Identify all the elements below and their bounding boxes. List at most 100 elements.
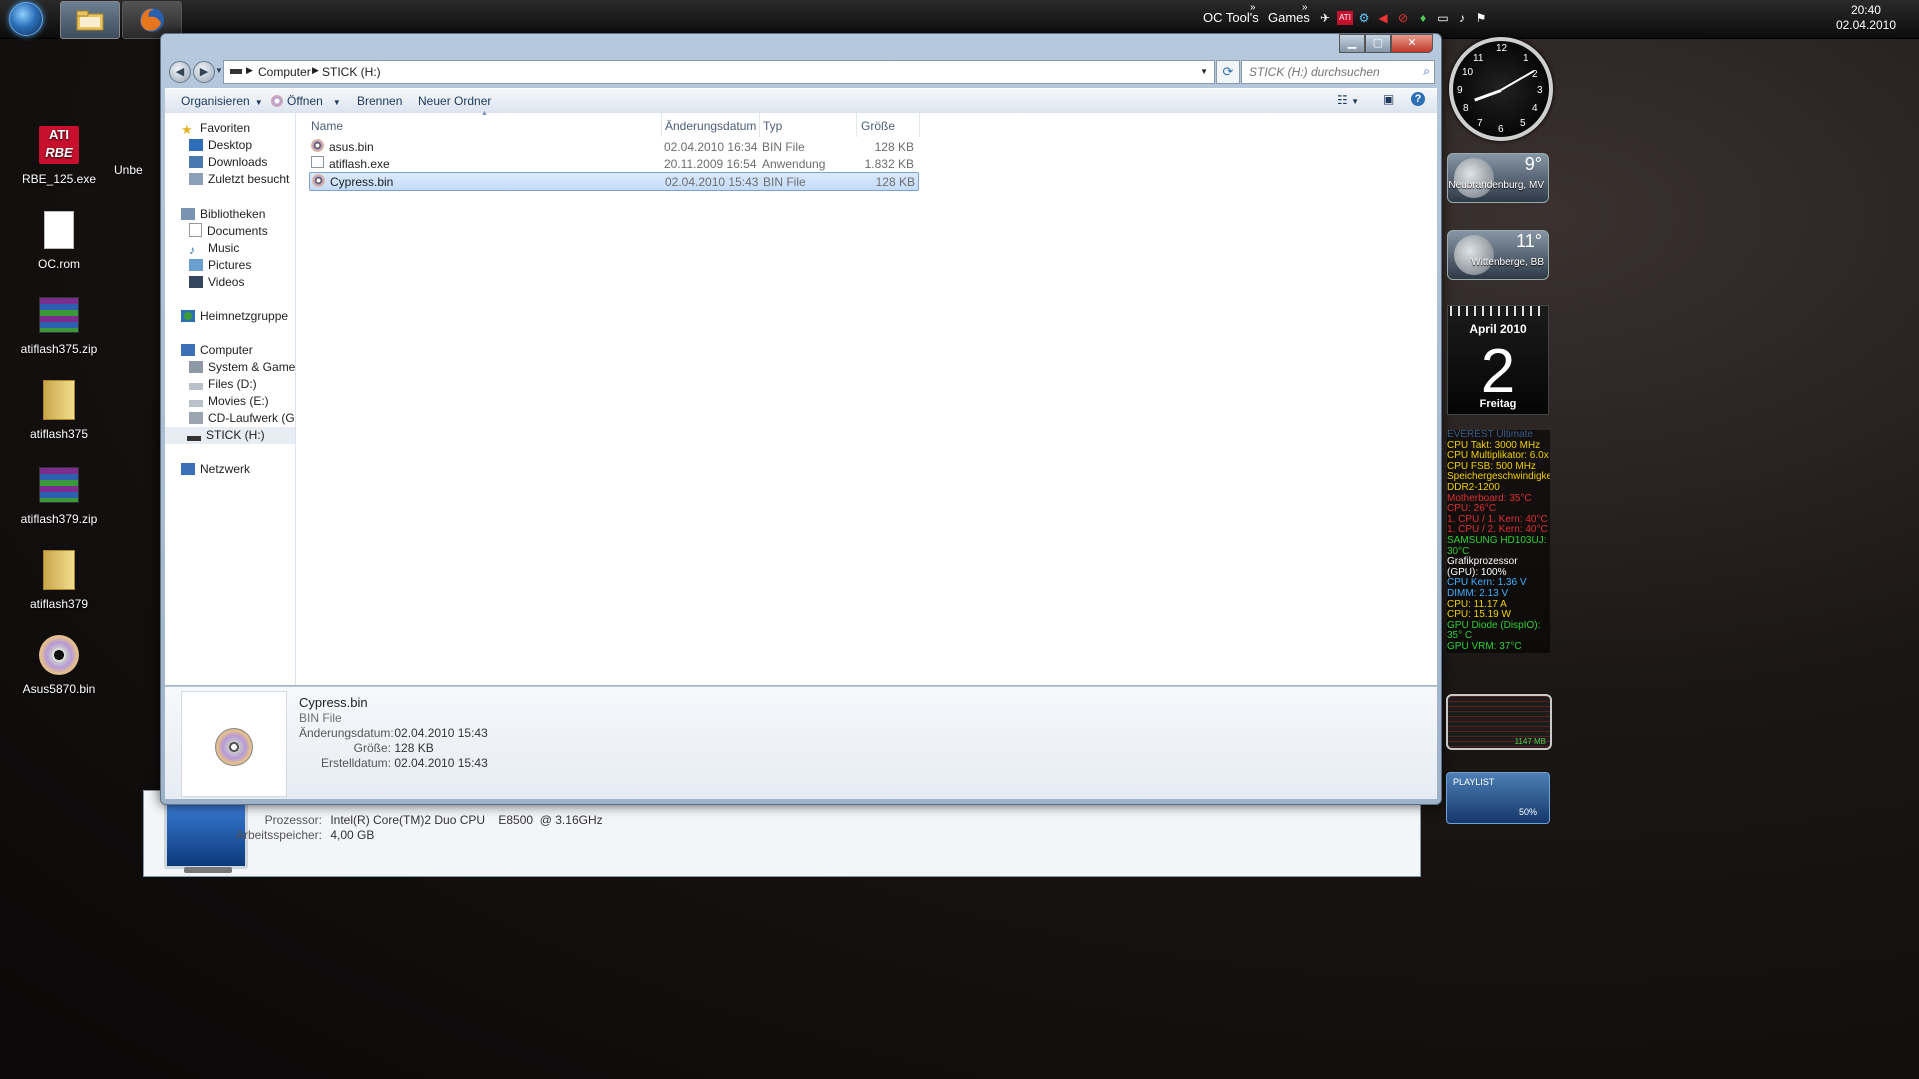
chevron-right-icon[interactable]: » bbox=[1302, 2, 1308, 13]
desktop-icon-atiflash375[interactable]: atiflash375 bbox=[15, 377, 103, 441]
column-header-type[interactable]: Typ bbox=[763, 119, 782, 133]
antivirus-icon[interactable]: ⊘ bbox=[1396, 11, 1410, 25]
nav-videos[interactable]: Videos bbox=[189, 274, 244, 291]
pin-icon[interactable]: ✈ bbox=[1318, 11, 1332, 25]
forward-button[interactable]: ▶ bbox=[193, 61, 215, 83]
clock-gadget[interactable]: 12 1 2 3 4 5 6 7 8 9 10 11 bbox=[1449, 37, 1553, 141]
open-button[interactable]: Öffnen ▼ bbox=[271, 94, 341, 108]
nav-drive-d[interactable]: Files (D:) bbox=[189, 376, 257, 393]
nav-drive-c[interactable]: System & Games (C bbox=[189, 359, 295, 376]
desktop-icon-atiflash379-zip[interactable]: atiflash379.zip bbox=[15, 462, 103, 526]
file-row-selected[interactable]: Cypress.bin 02.04.2010 15:43 BIN File 12… bbox=[309, 172, 919, 191]
document-icon bbox=[189, 223, 202, 237]
weather-city: Neubrandenburg, MV bbox=[1448, 180, 1544, 191]
desktop-icon-atiflash379[interactable]: atiflash379 bbox=[15, 547, 103, 611]
nav-drive-h[interactable]: STICK (H:) bbox=[165, 427, 295, 444]
organize-button[interactable]: Organisieren ▼ bbox=[181, 94, 263, 108]
desktop-icon-oc-rom[interactable]: OC.rom bbox=[15, 207, 103, 271]
nav-recent[interactable]: Zuletzt besucht bbox=[189, 171, 289, 188]
search-box[interactable]: ⌕ bbox=[1241, 60, 1435, 84]
details-modified-row: Änderungsdatum: 02.04.2010 15:43 bbox=[299, 726, 488, 740]
file-preview bbox=[181, 691, 287, 797]
nav-computer[interactable]: Computer bbox=[181, 342, 253, 359]
taskbar-clock[interactable]: 20:40 02.04.2010 bbox=[1836, 3, 1896, 33]
windows-logo-icon bbox=[9, 2, 43, 36]
desktop-icon bbox=[189, 139, 203, 151]
weather-gadget[interactable]: 9° Neubrandenburg, MV bbox=[1447, 153, 1549, 203]
search-input[interactable] bbox=[1247, 61, 1416, 83]
desktop-icon-label-partial[interactable]: Unbe bbox=[114, 163, 143, 177]
breadcrumb-stick[interactable]: STICK (H:) bbox=[322, 65, 381, 79]
window-controls: ▁ ▢ ✕ bbox=[1339, 34, 1433, 53]
everest-sensor-gadget[interactable]: EVEREST Ultimate CPU Takt: 3000 MHz CPU Mu… bbox=[1447, 430, 1550, 653]
monitor-icon[interactable]: ▭ bbox=[1436, 11, 1450, 25]
sensor-line: GPU Diode (DispIO): 35° C bbox=[1447, 619, 1541, 642]
burn-button[interactable]: Brennen bbox=[357, 94, 402, 108]
nav-favorites[interactable]: ★ Favoriten bbox=[181, 120, 250, 137]
nav-libraries[interactable]: Bibliotheken bbox=[181, 206, 265, 223]
network-meter-gadget[interactable]: 1147 MB bbox=[1446, 694, 1552, 750]
address-bar[interactable]: ▶ Computer ▶ STICK (H:) ▼ bbox=[223, 60, 1215, 84]
network-tray-icon[interactable]: ⚙ bbox=[1357, 11, 1371, 25]
ati-tray-icon[interactable]: ATI bbox=[1337, 11, 1353, 25]
playlist-gadget[interactable]: PLAYLIST 50% bbox=[1446, 772, 1550, 824]
column-divider[interactable] bbox=[919, 113, 920, 137]
file-row[interactable]: asus.bin 02.04.2010 16:34 BIN File 128 K… bbox=[309, 138, 917, 155]
recent-pages-dropdown[interactable]: ▼ bbox=[215, 66, 223, 75]
column-divider[interactable] bbox=[661, 113, 662, 137]
nav-desktop[interactable]: Desktop bbox=[189, 137, 252, 154]
shield-icon[interactable]: ♦ bbox=[1416, 11, 1430, 25]
taskbar-explorer-button[interactable] bbox=[60, 1, 120, 39]
column-header-size[interactable]: Größe bbox=[861, 119, 895, 133]
breadcrumb-computer[interactable]: Computer bbox=[258, 65, 311, 79]
nav-drive-e[interactable]: Movies (E:) bbox=[189, 393, 269, 410]
preview-pane-icon[interactable]: ▣ bbox=[1383, 92, 1394, 106]
nav-homegroup[interactable]: Heimnetzgruppe bbox=[181, 308, 288, 325]
search-icon[interactable]: ⌕ bbox=[1423, 64, 1430, 79]
view-options-icon[interactable]: ☷ ▼ bbox=[1337, 93, 1359, 107]
nav-music[interactable]: ♪ Music bbox=[189, 240, 239, 257]
maximize-button[interactable]: ▢ bbox=[1365, 34, 1391, 53]
flag-icon[interactable]: ⚑ bbox=[1474, 11, 1488, 25]
chevron-right-icon[interactable]: ▶ bbox=[312, 65, 319, 76]
nav-drive-g[interactable]: CD-Laufwerk (G:) bbox=[189, 410, 295, 427]
file-row[interactable]: atiflash.exe 20.11.2009 16:54 Anwendung … bbox=[309, 155, 917, 172]
column-divider[interactable] bbox=[856, 113, 857, 137]
nav-documents[interactable]: Documents bbox=[189, 223, 268, 240]
column-divider[interactable] bbox=[759, 113, 760, 137]
speaker-red-icon[interactable]: ◀ bbox=[1376, 11, 1390, 25]
system-drive-icon bbox=[189, 361, 203, 373]
column-header-date[interactable]: Änderungsdatum bbox=[665, 119, 756, 133]
refresh-button[interactable]: ⟳ bbox=[1216, 60, 1240, 84]
network-icon bbox=[181, 463, 195, 475]
column-header-name[interactable]: Name bbox=[311, 119, 343, 133]
details-pane: Cypress.bin BIN File Änderungsdatum: 02.… bbox=[165, 686, 1437, 799]
close-button[interactable]: ✕ bbox=[1391, 34, 1433, 53]
videos-icon bbox=[189, 276, 203, 288]
nav-downloads[interactable]: Downloads bbox=[189, 154, 267, 171]
new-folder-button[interactable]: Neuer Ordner bbox=[418, 94, 491, 108]
nav-network[interactable]: Netzwerk bbox=[181, 461, 250, 478]
calendar-gadget[interactable]: April 2010 2 Freitag bbox=[1447, 305, 1549, 415]
disc-icon bbox=[271, 95, 283, 107]
help-icon[interactable]: ? bbox=[1411, 92, 1425, 106]
start-button[interactable] bbox=[4, 1, 48, 37]
minute-hand bbox=[1500, 70, 1535, 91]
sensor-line: SAMSUNG HD103UJ: 30°C bbox=[1447, 534, 1547, 557]
processor-row: Prozessor: Intel(R) Core(TM)2 Duo CPU E8… bbox=[264, 813, 603, 827]
back-button[interactable]: ◀ bbox=[169, 61, 191, 83]
file-list: ▲ Name Änderungsdatum Typ Größe asus.bin… bbox=[297, 110, 1437, 685]
nav-pictures[interactable]: Pictures bbox=[189, 257, 251, 274]
explorer-window: ▁ ▢ ✕ ◀ ▶ ▼ ▶ Computer ▶ STICK (H:) ▼ ⟳ … bbox=[160, 33, 1442, 805]
minimize-button[interactable]: ▁ bbox=[1339, 34, 1365, 53]
desktop-icon-rbe[interactable]: ATI RBE RBE_125.exe bbox=[15, 122, 103, 186]
volume-icon[interactable]: ♪ bbox=[1455, 11, 1469, 25]
recent-places-icon bbox=[189, 173, 203, 185]
sensor-line: DIMM: 2.13 V bbox=[1447, 587, 1509, 599]
desktop-icon-asus5870-bin[interactable]: Asus5870.bin bbox=[15, 632, 103, 696]
chevron-right-icon[interactable]: » bbox=[1250, 2, 1256, 13]
desktop-icon-atiflash375-zip[interactable]: atiflash375.zip bbox=[15, 292, 103, 356]
chevron-down-icon[interactable]: ▼ bbox=[1200, 67, 1208, 76]
chevron-right-icon[interactable]: ▶ bbox=[246, 65, 253, 76]
weather-gadget[interactable]: 11° Wittenberge, BB bbox=[1447, 230, 1549, 280]
